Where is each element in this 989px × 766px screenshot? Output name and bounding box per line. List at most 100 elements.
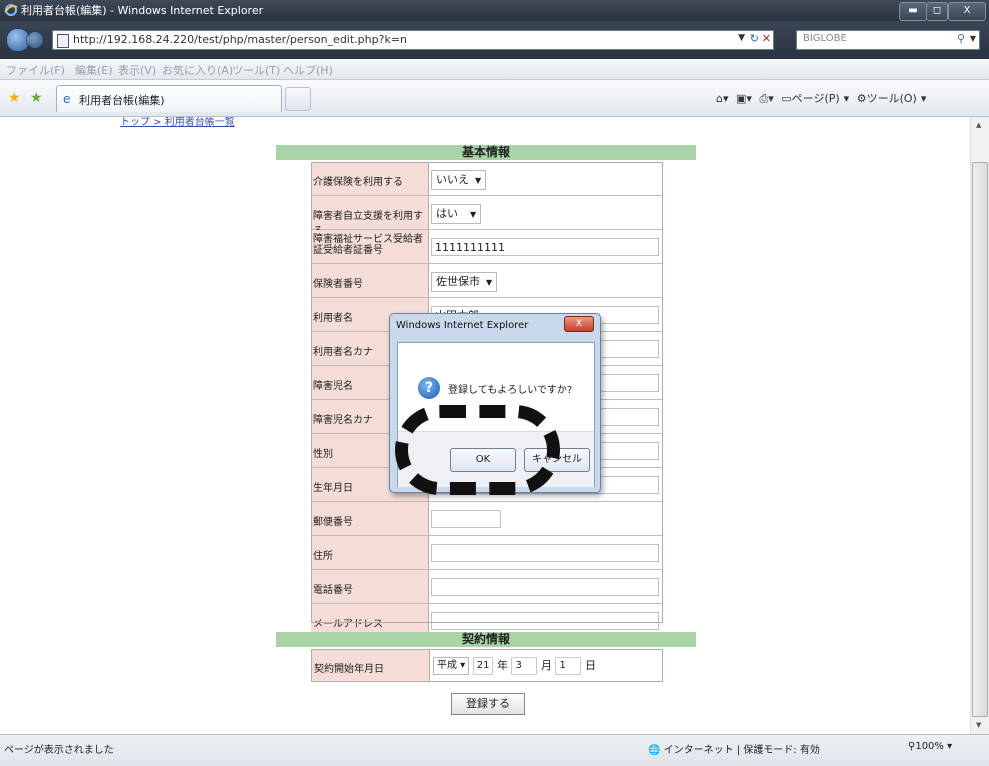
page-menu-label: ページ(P) xyxy=(791,92,840,105)
day-input[interactable]: 1 xyxy=(555,657,582,675)
command-bar: ⌂▾ ▣▾ ⎙▾ ▭ページ(P) ▾ ⚙ツール(O) ▾ xyxy=(716,90,930,106)
maximize-button[interactable]: ◻ xyxy=(926,2,948,21)
field-label: 電話番号 xyxy=(311,570,429,603)
globe-icon: 🌐 xyxy=(648,745,664,756)
insurer-select[interactable]: 佐世保市 ▼ xyxy=(431,272,498,292)
field-row-care-insurance: 介護保険を利用する いいえ ▼ xyxy=(311,162,663,196)
year-unit: 年 xyxy=(496,659,508,672)
security-zone: 🌐 インターネット | 保護モード: 有効 xyxy=(648,741,820,756)
confirm-dialog: Windows Internet Explorer X ? 登録してもよろしいで… xyxy=(389,313,601,493)
tab-row: ★ ★ e 利用者台帳(編集) ⌂▾ ▣▾ ⎙▾ ▭ページ(P) ▾ ⚙ツール(O… xyxy=(0,80,989,117)
field-row-postal-code: 郵便番号 xyxy=(311,502,663,536)
menu-favorites[interactable]: お気に入り(A) xyxy=(162,62,233,78)
chevron-down-icon: ▼ xyxy=(486,278,493,287)
question-icon: ? xyxy=(418,377,440,399)
day-unit: 日 xyxy=(584,659,596,672)
forward-button[interactable] xyxy=(26,31,44,49)
menu-edit[interactable]: 編集(E) xyxy=(75,62,113,78)
field-label: 郵便番号 xyxy=(311,502,429,535)
tab-label: 利用者台帳(編集) xyxy=(79,94,165,107)
care-insurance-select[interactable]: いいえ ▼ xyxy=(431,170,487,190)
minimize-button[interactable]: ▬ xyxy=(899,2,927,21)
scroll-thumb[interactable] xyxy=(972,162,988,717)
field-label: 障害者自立支援を利用する xyxy=(311,196,429,237)
era-select[interactable]: 平成 ▾ xyxy=(433,657,470,675)
chevron-down-icon[interactable]: ▼ xyxy=(738,33,745,43)
chevron-down-icon[interactable]: ▼ xyxy=(970,34,976,43)
select-value: 佐世保市 xyxy=(436,275,480,288)
dialog-footer: OK キャンセル xyxy=(398,431,594,487)
add-favorites-icon[interactable]: ★ xyxy=(30,90,43,106)
menu-help[interactable]: ヘルプ(H) xyxy=(283,62,333,78)
print-icon[interactable]: ⎙▾ xyxy=(759,92,773,105)
phone-input[interactable] xyxy=(431,578,659,596)
address-bar[interactable]: http://192.168.24.220/test/php/master/pe… xyxy=(52,30,774,50)
page-menu[interactable]: ▭ページ(P) ▾ xyxy=(781,92,849,105)
contract-form: 契約開始年月日 平成 ▾ 21 年 3 月 1 日 xyxy=(311,649,663,682)
postal-code-input[interactable] xyxy=(431,510,501,528)
year-input[interactable]: 21 xyxy=(472,657,494,675)
month-unit: 月 xyxy=(540,659,552,672)
month-input[interactable]: 3 xyxy=(511,657,538,675)
search-provider-label: BIGLOBE xyxy=(803,33,847,44)
address-input[interactable] xyxy=(431,544,659,562)
menu-view[interactable]: 表示(V) xyxy=(118,62,156,78)
field-label: 障害福祉サービス受給者証受給者証番号 xyxy=(311,230,429,263)
home-icon[interactable]: ⌂▾ xyxy=(716,92,729,105)
status-bar: ページが表示されました 🌐 インターネット | 保護モード: 有効 ⚲100% … xyxy=(0,734,989,766)
scroll-up-icon[interactable]: ▲ xyxy=(976,121,981,129)
stop-icon[interactable]: ✕ xyxy=(762,32,771,45)
scroll-down-icon[interactable]: ▼ xyxy=(976,721,981,729)
era-value: 平成 xyxy=(437,660,457,671)
field-label: 住所 xyxy=(311,536,429,569)
page-icon xyxy=(57,34,69,48)
select-value: いいえ xyxy=(436,173,469,186)
address-row: http://192.168.24.220/test/php/master/pe… xyxy=(0,21,989,59)
section-basic-info: 基本情報 xyxy=(276,145,696,160)
chevron-down-icon: ▼ xyxy=(475,176,482,185)
certificate-number-input[interactable]: 1111111111 xyxy=(431,238,659,256)
feeds-icon[interactable]: ▣▾ xyxy=(736,92,752,105)
menu-file[interactable]: ファイル(F) xyxy=(6,62,65,78)
vertical-scrollbar[interactable]: ▲ ▼ xyxy=(970,117,989,734)
menu-tools[interactable]: ツール(T) xyxy=(232,62,280,78)
search-input[interactable]: BIGLOBE ⚲ ▼ xyxy=(796,30,980,50)
new-tab-button[interactable] xyxy=(285,87,311,111)
email-input[interactable] xyxy=(431,612,659,630)
breadcrumb[interactable]: トップ > 利用者台帳一覧 xyxy=(120,117,235,128)
field-label: 保険者番号 xyxy=(311,264,429,297)
dialog-close-button[interactable]: X xyxy=(564,316,594,332)
title-bar: 利用者台帳(編集) - Windows Internet Explorer ▬ … xyxy=(0,0,989,21)
disability-support-select[interactable]: はい ▼ xyxy=(431,204,482,224)
window-title: 利用者台帳(編集) - Windows Internet Explorer xyxy=(21,4,264,17)
field-row-certificate-number: 障害福祉サービス受給者証受給者証番号 1111111111 xyxy=(311,230,663,264)
close-window-button[interactable]: X xyxy=(948,2,986,21)
address-url: http://192.168.24.220/test/php/master/pe… xyxy=(73,33,408,46)
tools-menu[interactable]: ⚙ツール(O) ▾ xyxy=(857,92,927,105)
ie-page-icon: e xyxy=(63,92,71,106)
contract-start-date: 平成 ▾ 21 年 3 月 1 日 xyxy=(433,657,596,675)
zoom-value: 100% xyxy=(915,741,944,752)
field-label: 契約開始年月日 xyxy=(312,650,430,681)
status-text: ページが表示されました xyxy=(4,745,114,756)
field-row-address: 住所 xyxy=(311,536,663,570)
section-contract-info: 契約情報 xyxy=(276,632,696,647)
ok-button[interactable]: OK xyxy=(450,448,516,472)
menu-bar: ファイル(F) 編集(E) 表示(V) お気に入り(A) ツール(T) ヘルプ(… xyxy=(0,59,989,80)
field-label: 介護保険を利用する xyxy=(311,162,429,195)
field-row-phone: 電話番号 xyxy=(311,570,663,604)
ie-logo-icon xyxy=(4,4,18,16)
tab-current[interactable]: e 利用者台帳(編集) xyxy=(56,85,282,112)
chevron-down-icon: ▼ xyxy=(470,210,477,219)
zoom-level[interactable]: ⚲100% ▾ xyxy=(908,741,952,752)
zone-label: インターネット | 保護モード: 有効 xyxy=(663,745,820,756)
register-button[interactable]: 登録する xyxy=(451,693,525,715)
field-row-insurer-number: 保険者番号 佐世保市 ▼ xyxy=(311,264,663,298)
field-row-disability-support: 障害者自立支援を利用する はい ▼ xyxy=(311,196,663,237)
favorites-star-icon[interactable]: ★ xyxy=(8,90,21,106)
refresh-icon[interactable]: ↻ xyxy=(750,32,759,45)
search-icon[interactable]: ⚲ xyxy=(957,32,965,45)
tools-menu-label: ツール(O) xyxy=(866,92,917,105)
dialog-message: 登録してもよろしいですか? xyxy=(448,385,573,396)
cancel-button[interactable]: キャンセル xyxy=(524,448,590,472)
